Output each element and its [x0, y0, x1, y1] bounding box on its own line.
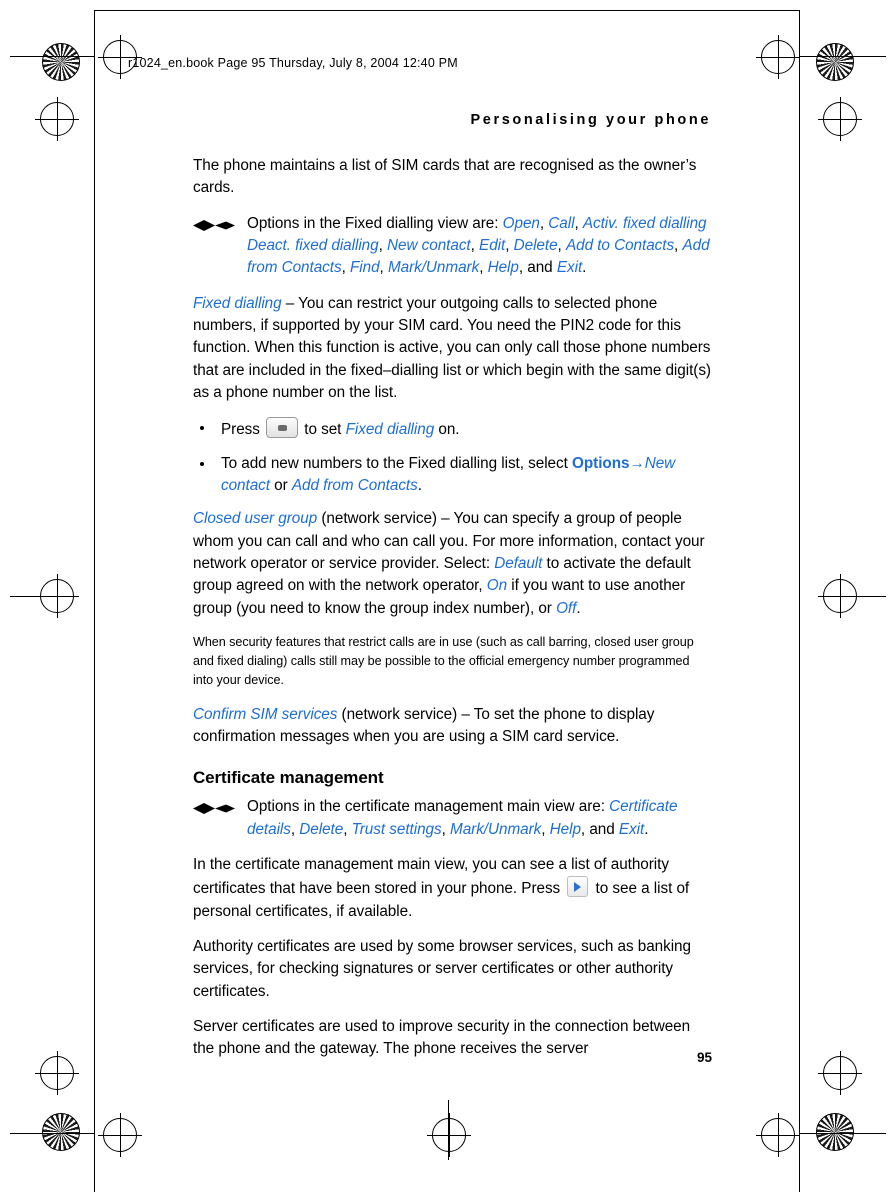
term-confirm-sim-services: Confirm SIM services [193, 705, 338, 723]
list-item-add-numbers: To add new numbers to the Fixed dialling… [193, 453, 713, 498]
registration-mark-left-upper [35, 97, 79, 141]
registration-mark-bottom-right [756, 1113, 800, 1157]
crop-line-left [94, 10, 95, 1192]
option-help: Help [549, 820, 581, 838]
crop-line-center-bottom [448, 1100, 449, 1160]
bullet-dot [200, 426, 204, 431]
crop-line-top-right-short [799, 56, 886, 57]
option-edit: Edit [479, 236, 506, 254]
options-cert-and: and [589, 820, 615, 838]
page-number: 95 [697, 1050, 713, 1065]
registration-star-bottom-right [816, 1113, 854, 1151]
registration-star-bottom-left [42, 1113, 80, 1151]
scroll-key-icon [266, 417, 299, 439]
crop-line-top-left-short [10, 56, 94, 57]
paragraph-cert-main-view: In the certificate management main view,… [193, 854, 713, 923]
options-certificate-block: Options in the certificate management ma… [193, 796, 713, 841]
cug-body4: . [576, 599, 581, 617]
registration-star-top-right [816, 43, 854, 81]
term-fixed-dialling-inline: Fixed dialling [345, 421, 435, 439]
paragraph-server-certificates: Server certificates are used to improve … [193, 1017, 691, 1058]
press-label: Press [221, 421, 260, 439]
options-certificate-text: Options in the certificate management ma… [247, 798, 678, 838]
paragraph-sim-owner-cards: The phone maintains a list of SIM cards … [193, 157, 697, 197]
paragraph-fixed-dialling: Fixed dialling – You can restrict your o… [193, 293, 713, 405]
crop-line-mid-right-short [836, 596, 886, 597]
option-deact-fixed-dialling: Deact. fixed dialling [247, 236, 379, 254]
crop-line-right [799, 10, 800, 1192]
menu-options: Options [572, 454, 630, 472]
list-item-press-scroll-text: Press to set Fixed dialling on. [221, 417, 713, 441]
options-fixed-dialling-text: Options in the Fixed dialling view are: … [247, 214, 710, 277]
options-lead: Options in the Fixed dialling view are: [247, 214, 503, 232]
menu-add-from-contacts: Add from Contacts [291, 476, 418, 494]
options-tail: . [582, 259, 587, 277]
option-find: Find [349, 259, 380, 277]
bullet-dot [200, 461, 204, 466]
crop-line-top [94, 10, 799, 11]
option-delete: Delete [299, 820, 344, 838]
options-diamond-icon [193, 803, 235, 815]
paragraph-closed-user-group: Closed user group (network service) – Yo… [193, 508, 713, 620]
value-on: On [486, 577, 508, 595]
options-cert-tail: . [644, 820, 649, 838]
on-label: on. [438, 421, 460, 439]
registration-mark-right-lower [818, 1051, 862, 1095]
crop-line-bottom-right-short [799, 1133, 886, 1134]
option-trust-settings: Trust settings [351, 820, 442, 838]
add-numbers-lead: To add new numbers to the Fixed dialling… [221, 454, 573, 472]
options-fixed-dialling-block: Options in the Fixed dialling view are: … [193, 213, 713, 280]
paragraph-confirm-sim-services: Confirm SIM services (network service) –… [193, 704, 713, 749]
option-open: Open [502, 214, 540, 232]
option-call: Call [548, 214, 575, 232]
option-add-to-contacts: Add to Contacts [565, 236, 675, 254]
options-diamond-icon [193, 219, 235, 231]
options-and: and [527, 259, 553, 277]
list-item-add-numbers-text: To add new numbers to the Fixed dialling… [221, 453, 713, 498]
book-file-header: r1024_en.book Page 95 Thursday, July 8, … [128, 56, 458, 70]
chapter-title: Personalising your phone [470, 112, 711, 128]
value-off: Off [556, 599, 577, 617]
list-item-press-scroll: Press to set Fixed dialling on. [193, 417, 713, 441]
option-new-contact: New contact [387, 236, 471, 254]
options-cert-lead: Options in the certificate management ma… [247, 798, 610, 816]
term-closed-user-group: Closed user group [193, 510, 318, 528]
registration-mark-bottom-center [427, 1113, 471, 1157]
value-default: Default [494, 554, 543, 572]
option-exit: Exit [618, 820, 645, 838]
section-heading-certificate-management: Certificate management [193, 768, 384, 788]
registration-mark-bottom-left [98, 1113, 142, 1157]
option-activ-fixed-dialling: Activ. fixed dialling [582, 214, 707, 232]
registration-mark-left-lower [35, 1051, 79, 1095]
option-delete: Delete [513, 236, 558, 254]
note-security-features: When security features that restrict cal… [193, 634, 694, 687]
registration-mark-right-upper [818, 97, 862, 141]
paragraph-authority-certificates: Authority certificates are used by some … [193, 937, 691, 1000]
or-label: or [269, 476, 292, 494]
page-body: The phone maintains a list of SIM cards … [193, 155, 713, 1074]
option-exit: Exit [556, 259, 583, 277]
menu-arrow-icon: → [629, 454, 645, 472]
right-arrow-key-icon [567, 876, 589, 898]
option-help: Help [487, 259, 519, 277]
period: . [417, 476, 422, 494]
to-set-label: to set [304, 421, 342, 439]
option-mark-unmark: Mark/Unmark [387, 259, 480, 277]
option-mark-unmark: Mark/Unmark [450, 820, 542, 838]
registration-mark-top-right [756, 35, 800, 79]
registration-star-top-left [42, 43, 80, 81]
crop-line-mid-left-short [10, 596, 60, 597]
term-fixed-dialling: Fixed dialling [193, 294, 282, 312]
crop-line-bottom-left-short [10, 1133, 94, 1134]
